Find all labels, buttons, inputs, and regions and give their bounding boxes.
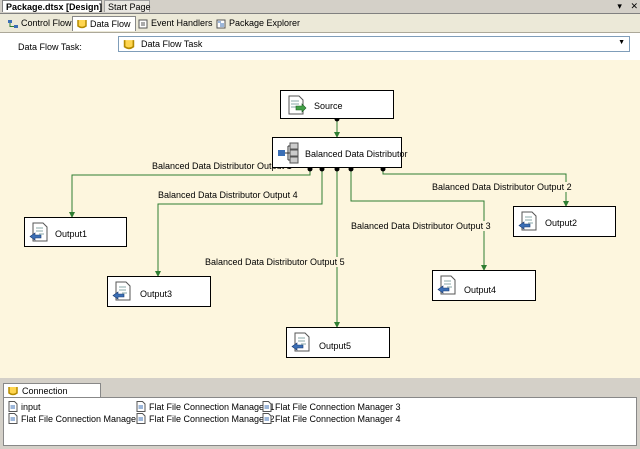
connection-manager-item[interactable]: Flat File Connection Manager 3 [262, 401, 401, 412]
task-label: Data Flow Task: [18, 42, 82, 52]
tab-label: Event Handlers [151, 18, 213, 28]
distributor-icon [278, 142, 299, 164]
connection-manager-item[interactable]: Flat File Connection Manager 4 [262, 413, 401, 424]
path-label-output-4[interactable]: Balanced Data Distributor Output 4 [158, 190, 298, 200]
connection-managers-icon [8, 387, 18, 396]
tab-package-explorer[interactable]: Package Explorer [212, 16, 304, 31]
task-selector-bar: Data Flow Task: Data Flow Task ▼ [0, 33, 640, 60]
designer-tab-strip: Control Flow Data Flow Event Handlers Pa… [0, 14, 640, 33]
flat-file-icon [8, 413, 18, 424]
data-flow-task-dropdown[interactable]: Data Flow Task ▼ [118, 36, 630, 52]
flat-file-icon [8, 401, 18, 412]
connection-manager-item[interactable]: Flat File Connection Manager 2 [136, 413, 275, 424]
tab-start-page[interactable]: Start Page [104, 0, 151, 12]
node-label: Output5 [319, 341, 352, 351]
node-label: Balanced Data Distributor [305, 149, 408, 159]
destination-icon [437, 275, 456, 295]
path-label-output-3[interactable]: Balanced Data Distributor Output 3 [351, 221, 491, 231]
node-label: Source [314, 101, 343, 111]
flat-file-icon [136, 413, 146, 424]
connection-manager-item[interactable]: Flat File Connection Manager [8, 413, 139, 424]
balanced-data-distributor-component[interactable]: Balanced Data Distributor [272, 137, 408, 168]
tab-package-design[interactable]: Package.dtsx [Design] [2, 0, 102, 12]
connection-manager-label: Flat File Connection Manager [21, 413, 140, 424]
path-label-output-1[interactable]: Balanced Data Distributor Output 1 [152, 161, 292, 171]
tab-connection-managers[interactable]: Connection Managers [3, 383, 101, 410]
connection-manager-item[interactable]: Flat File Connection Manager 1 [136, 401, 275, 412]
connection-manager-label: Flat File Connection Manager 2 [149, 413, 275, 424]
node-label: Output2 [545, 218, 578, 228]
connection-manager-label: Flat File Connection Manager 1 [149, 401, 275, 412]
node-label: Output3 [140, 289, 173, 299]
flat-file-icon [262, 413, 272, 424]
tab-label: Control Flow [21, 18, 72, 28]
connection-manager-item[interactable]: input [8, 401, 41, 412]
output5-destination[interactable]: Output5 [286, 327, 390, 358]
tab-data-flow[interactable]: Data Flow [72, 16, 136, 31]
window-list-icon[interactable]: ▾ [617, 1, 622, 11]
output2-destination[interactable]: Output2 [513, 206, 616, 237]
destination-icon [112, 281, 131, 301]
connection-manager-label: Flat File Connection Manager 3 [275, 401, 401, 412]
output1-destination[interactable]: Output1 [24, 217, 127, 247]
flat-file-icon [262, 401, 272, 412]
event-handlers-icon [138, 19, 148, 28]
destination-icon [518, 211, 537, 231]
chevron-down-icon[interactable]: ▼ [618, 39, 625, 46]
connection-managers-panel: Connection Managers input Flat File Conn… [0, 379, 640, 449]
output3-destination[interactable]: Output3 [107, 276, 211, 307]
connection-manager-label: Flat File Connection Manager 4 [275, 413, 401, 424]
data-flow-icon [77, 20, 87, 29]
path-label-output-5[interactable]: Balanced Data Distributor Output 5 [205, 257, 345, 267]
destination-icon [291, 332, 310, 352]
task-selected-value: Data Flow Task [141, 39, 203, 49]
flat-file-icon [136, 401, 146, 412]
data-flow-canvas[interactable]: Balanced Data Distributor Output 1 Balan… [0, 60, 640, 378]
source-icon [288, 95, 307, 115]
document-tools: ▾ ✕ [611, 0, 638, 12]
package-explorer-icon [216, 19, 226, 28]
path-label-output-2[interactable]: Balanced Data Distributor Output 2 [432, 182, 572, 192]
source-component[interactable]: Source [280, 90, 394, 119]
data-flow-icon [123, 40, 135, 50]
tab-label: Package Explorer [229, 18, 301, 28]
control-flow-icon [8, 19, 18, 28]
close-document-icon[interactable]: ✕ [630, 1, 638, 11]
output4-destination[interactable]: Output4 [432, 270, 536, 301]
connection-manager-label: input [21, 401, 41, 412]
destination-icon [29, 222, 48, 242]
node-label: Output1 [55, 229, 88, 239]
tab-event-handlers[interactable]: Event Handlers [134, 16, 217, 31]
connection-managers-list[interactable]: input Flat File Connection Manager Flat … [3, 397, 637, 446]
tab-control-flow[interactable]: Control Flow [4, 16, 76, 31]
tab-label: Data Flow [90, 18, 131, 29]
document-tab-strip: Package.dtsx [Design] Start Page ▾ ✕ [0, 0, 640, 14]
node-label: Output4 [464, 285, 497, 295]
